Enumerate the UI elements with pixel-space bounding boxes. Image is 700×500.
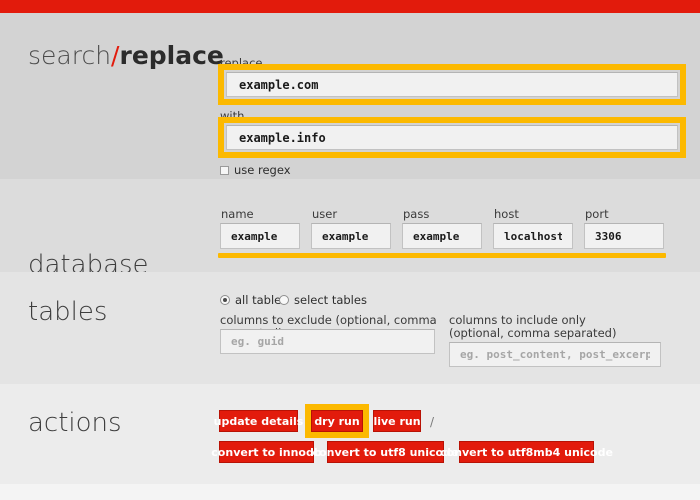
page-title-part1: search [28, 41, 111, 70]
app-root: search/replace replace with use regex da… [0, 0, 700, 500]
top-accent-bar [0, 0, 700, 13]
radio-select-tables[interactable]: select tables [279, 293, 381, 307]
db-host-label: host [494, 208, 519, 221]
update-details-button[interactable]: update details [219, 410, 298, 432]
radio-select-tables-label: select tables [294, 293, 381, 307]
db-name-label: name [221, 208, 254, 221]
section-search-replace: search/replace replace with use regex [0, 13, 700, 179]
section-actions: actions update details dry run live run … [0, 384, 700, 484]
replace-field-label: replace [220, 57, 263, 70]
convert-utf8-button[interactable]: convert to utf8 unicode [327, 441, 444, 463]
tables-heading: tables [28, 297, 107, 327]
dry-run-button[interactable]: dry run [311, 410, 363, 432]
section-database: database name user pass host port [0, 179, 700, 272]
db-host-input[interactable] [493, 223, 573, 249]
live-run-button[interactable]: live run [373, 410, 421, 432]
db-user-label: user [312, 208, 337, 221]
page-title: search/replace [28, 41, 224, 70]
actions-heading: actions [28, 408, 122, 438]
db-port-input[interactable] [584, 223, 664, 249]
database-fields-highlight [218, 253, 666, 258]
page-title-part2: replace [119, 41, 223, 70]
convert-innodb-button[interactable]: convert to innodb [219, 441, 314, 463]
use-regex-checkbox-row[interactable]: use regex [220, 163, 291, 177]
section-tables: tables all tables select tables columns … [0, 272, 700, 384]
radio-off-icon[interactable] [279, 295, 289, 305]
use-regex-label: use regex [234, 163, 291, 177]
db-pass-label: pass [403, 208, 429, 221]
search-input[interactable] [226, 72, 678, 97]
columns-include-input[interactable] [449, 342, 661, 367]
db-user-input[interactable] [311, 223, 391, 249]
actions-separator: / [430, 415, 434, 429]
db-port-label: port [585, 208, 609, 221]
page-footer [0, 484, 700, 500]
replace-input[interactable] [226, 125, 678, 150]
db-name-input[interactable] [220, 223, 300, 249]
radio-on-icon[interactable] [220, 295, 230, 305]
columns-exclude-input[interactable] [220, 329, 435, 354]
with-field-label: with [220, 110, 244, 123]
checkbox-icon[interactable] [220, 166, 229, 175]
convert-utf8mb4-button[interactable]: convert to utf8mb4 unicode [459, 441, 594, 463]
db-pass-input[interactable] [402, 223, 482, 249]
columns-include-label: columns to include only (optional, comma… [449, 314, 629, 340]
